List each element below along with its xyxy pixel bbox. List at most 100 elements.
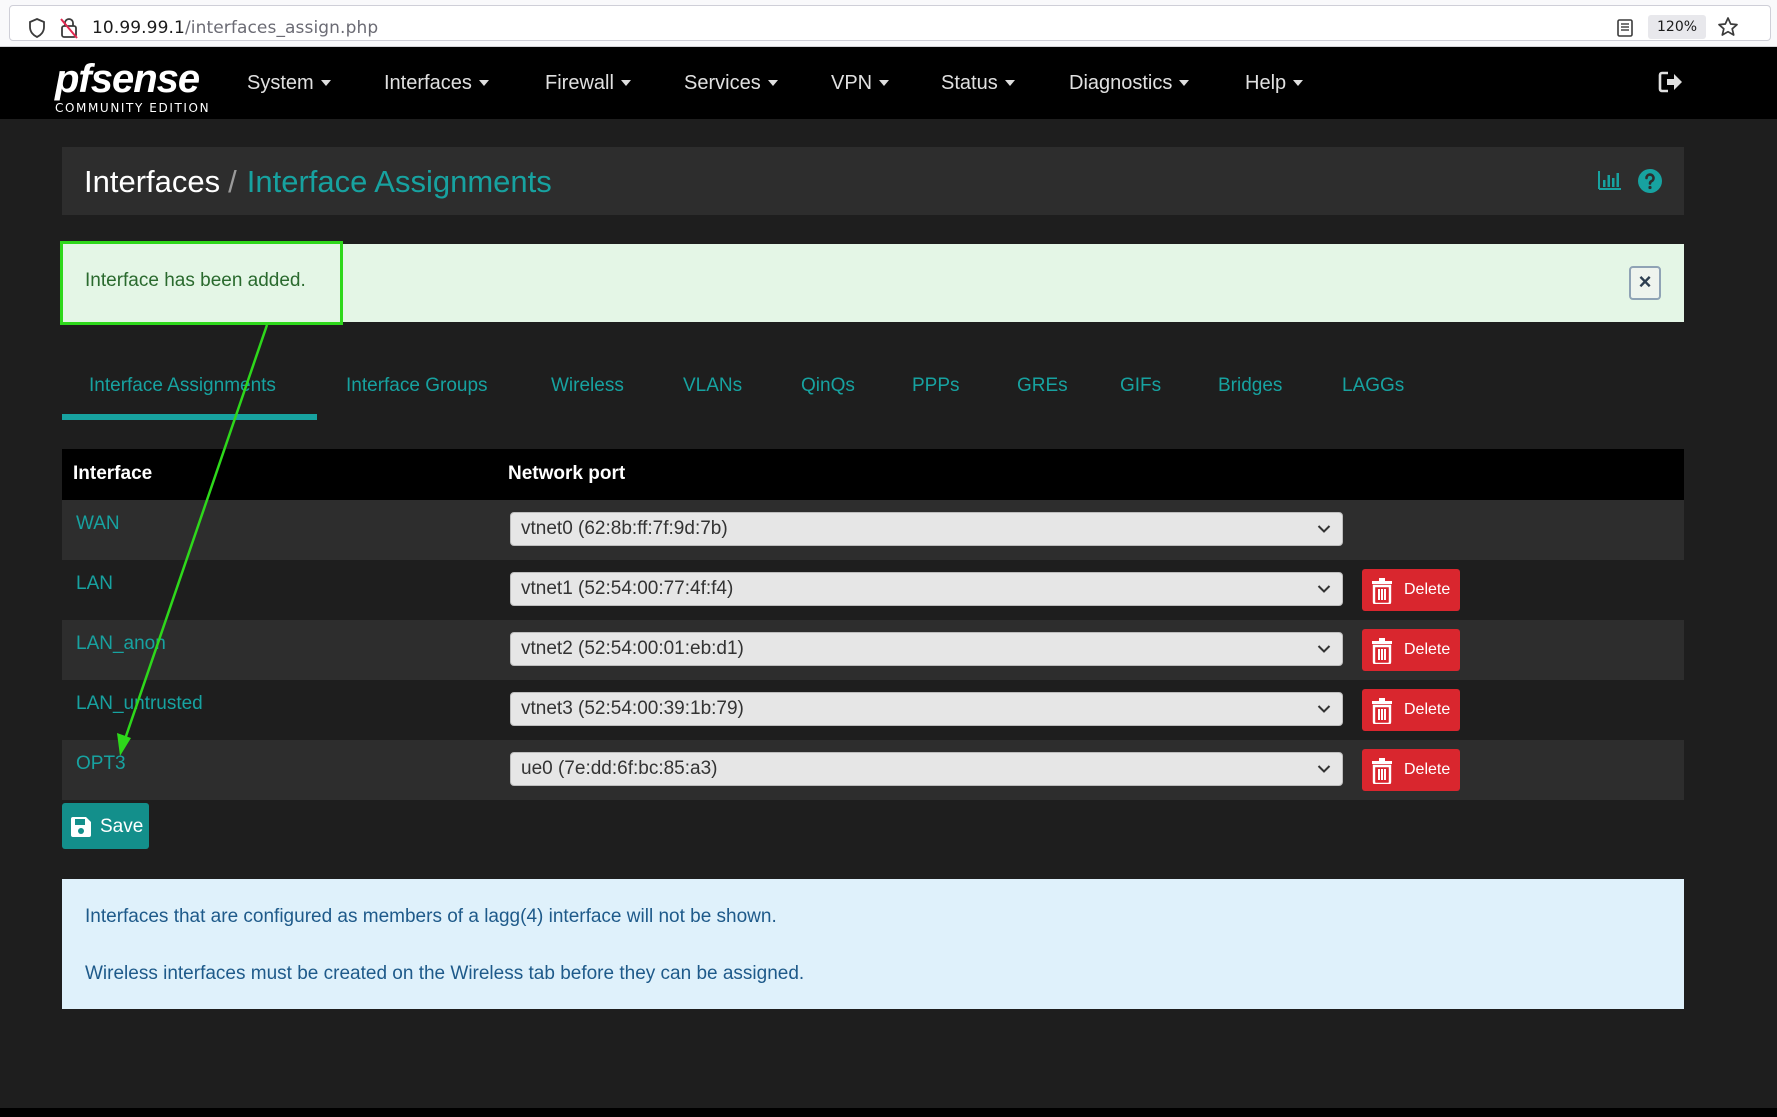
nav-vpn[interactable]: VPN [831,71,890,95]
url-text[interactable]: 10.99.99.1/interfaces_assign.php [92,18,378,38]
info-line-wireless: Wireless interfaces must be created on t… [85,963,805,984]
save-label: Save [100,816,144,837]
caret-down-icon [478,80,489,86]
address-bar[interactable]: 10.99.99.1/interfaces_assign.php 120% [9,5,1771,41]
success-alert: Interface has been added. × [62,244,1684,322]
chart-icon[interactable] [1597,169,1623,191]
delete-label: Delete [1404,581,1451,598]
trash-icon [1372,698,1392,724]
caret-down-icon [767,80,778,86]
delete-button[interactable]: Delete [1362,629,1460,671]
delete-button[interactable]: Delete [1362,569,1460,611]
tab-bridges[interactable]: Bridges [1218,372,1282,400]
zoom-level-badge[interactable]: 120% [1648,15,1707,39]
logout-icon[interactable] [1658,70,1684,94]
floppy-disk-icon [71,817,91,837]
delete-label: Delete [1404,641,1451,658]
nav-services[interactable]: Services [684,71,778,95]
help-icon[interactable] [1638,169,1662,193]
info-alert: Interfaces that are configured as member… [62,879,1684,1009]
chevron-down-icon [1317,765,1331,773]
interface-link-opt3[interactable]: OPT3 [76,753,126,775]
nav-interfaces[interactable]: Interfaces [384,71,489,95]
shield-icon[interactable] [28,18,46,38]
browser-toolbar: 10.99.99.1/interfaces_assign.php 120% [0,0,1777,47]
table-row: LAN vtnet1 (52:54:00:77:4f:f4) Delete [62,560,1684,620]
alert-close-button[interactable]: × [1629,266,1661,300]
tab-gres[interactable]: GREs [1017,372,1068,400]
delete-label: Delete [1404,761,1451,778]
nav-status[interactable]: Status [941,71,1015,95]
table-row: LAN_untrusted vtnet3 (52:54:00:39:1b:79)… [62,680,1684,740]
tab-wireless[interactable]: Wireless [551,372,624,400]
nav-label: System [247,72,314,94]
interface-link-lan-anon[interactable]: LAN_anon [76,633,166,655]
caret-down-icon [1179,80,1190,86]
insecure-lock-icon[interactable] [60,17,78,39]
url-path: /interfaces_assign.php [184,18,379,38]
tab-vlans[interactable]: VLANs [683,372,742,400]
table-row: WAN vtnet0 (62:8b:ff:7f:9d:7b) [62,500,1684,560]
network-port-select[interactable]: ue0 (7e:dd:6f:bc:85:a3) [510,752,1343,786]
nav-label: VPN [831,72,873,94]
interface-link-lan[interactable]: LAN [76,573,113,595]
tab-interface-assignments[interactable]: Interface Assignments [89,372,276,400]
nav-label: Interfaces [384,72,472,94]
delete-label: Delete [1404,701,1451,718]
caret-down-icon [1004,80,1015,86]
nav-label: Services [684,72,761,94]
alert-message: Interface has been added. [85,270,306,291]
info-line-lagg: Interfaces that are configured as member… [85,906,777,927]
save-button[interactable]: Save [62,803,149,849]
breadcrumb-parent[interactable]: Interfaces [84,164,220,199]
reader-view-icon[interactable] [1616,18,1634,38]
interface-link-wan[interactable]: WAN [76,513,120,535]
nav-help[interactable]: Help [1245,71,1304,95]
column-header-network-port: Network port [508,463,626,484]
network-port-select[interactable]: vtnet2 (52:54:00:01:eb:d1) [510,632,1343,666]
select-value: vtnet0 (62:8b:ff:7f:9d:7b) [521,518,728,539]
table-row: LAN_anon vtnet2 (52:54:00:01:eb:d1) Dele… [62,620,1684,680]
select-value: vtnet2 (52:54:00:01:eb:d1) [521,638,744,659]
bookmark-star-icon[interactable] [1717,16,1739,38]
url-host: 10.99.99.1 [92,18,185,38]
nav-label: Firewall [545,72,614,94]
logo-subtitle: COMMUNITY EDITION [55,101,211,115]
nav-firewall[interactable]: Firewall [545,71,631,95]
select-value: vtnet1 (52:54:00:77:4f:f4) [521,578,734,599]
main-navbar: pfsense COMMUNITY EDITION System Interfa… [0,47,1777,119]
trash-icon [1372,638,1392,664]
trash-icon [1372,578,1392,604]
breadcrumb-separator: / [228,164,237,199]
caret-down-icon [320,80,331,86]
logo-text: pfsense [55,57,200,101]
caret-down-icon [620,80,631,86]
pfsense-logo[interactable]: pfsense COMMUNITY EDITION [55,59,210,115]
breadcrumb-current[interactable]: Interface Assignments [247,164,552,199]
network-port-select[interactable]: vtnet0 (62:8b:ff:7f:9d:7b) [510,512,1343,546]
interface-link-lan-untrusted[interactable]: LAN_untrusted [76,693,203,715]
network-port-select[interactable]: vtnet3 (52:54:00:39:1b:79) [510,692,1343,726]
nav-label: Status [941,72,998,94]
footer-bar [0,1108,1777,1117]
nav-label: Diagnostics [1069,72,1173,94]
network-port-select[interactable]: vtnet1 (52:54:00:77:4f:f4) [510,572,1343,606]
chevron-down-icon [1317,705,1331,713]
select-value: ue0 (7e:dd:6f:bc:85:a3) [521,758,718,779]
nav-diagnostics[interactable]: Diagnostics [1069,71,1190,95]
breadcrumb: Interfaces / Interface Assignments [84,164,552,200]
tab-ppps[interactable]: PPPs [912,372,960,400]
tab-interface-groups[interactable]: Interface Groups [346,372,488,400]
caret-down-icon [879,80,890,86]
chevron-down-icon [1317,585,1331,593]
tab-qinqs[interactable]: QinQs [801,372,855,400]
delete-button[interactable]: Delete [1362,749,1460,791]
delete-button[interactable]: Delete [1362,689,1460,731]
table-header: Interface Network port [62,449,1684,500]
select-value: vtnet3 (52:54:00:39:1b:79) [521,698,744,719]
nav-label: Help [1245,72,1287,94]
tab-laggs[interactable]: LAGGs [1342,372,1404,400]
caret-down-icon [1293,80,1304,86]
tab-gifs[interactable]: GIFs [1120,372,1161,400]
nav-system[interactable]: System [247,71,331,95]
